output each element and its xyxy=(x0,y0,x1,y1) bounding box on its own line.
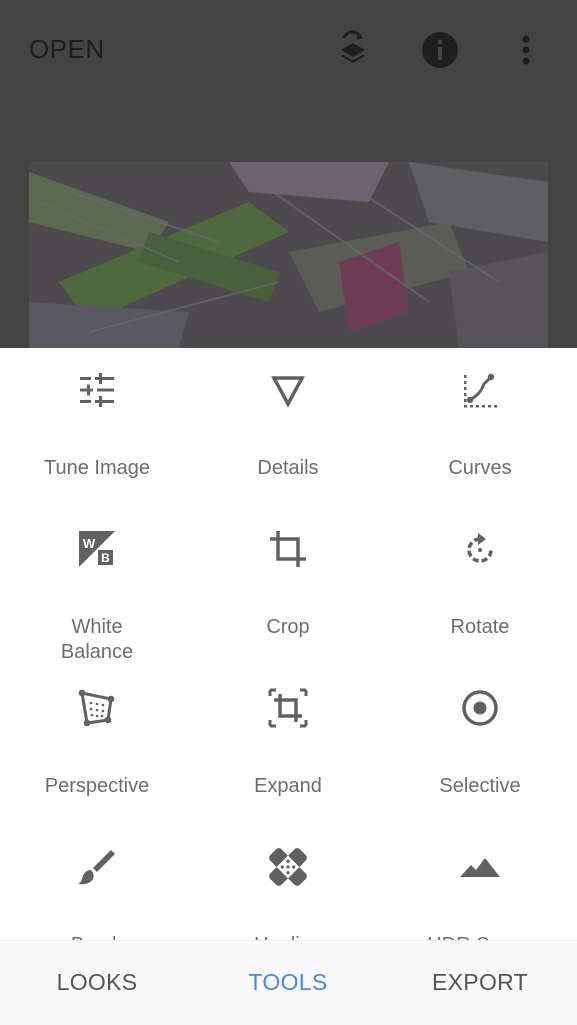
tab-tools[interactable]: TOOLS xyxy=(192,941,384,1025)
healing-icon xyxy=(268,847,308,887)
tool-rotate[interactable]: Rotate xyxy=(384,529,576,659)
tool-crop[interactable]: Crop xyxy=(192,529,384,659)
perspective-icon xyxy=(77,688,117,728)
rotate-icon xyxy=(460,529,500,569)
mountain-icon xyxy=(460,847,500,887)
tool-label: Details xyxy=(257,457,319,479)
expand-icon xyxy=(268,688,308,728)
svg-text:B: B xyxy=(101,551,110,565)
tool-label: Crop xyxy=(266,616,310,638)
white-balance-icon: W B xyxy=(77,529,117,569)
crop-icon xyxy=(268,529,308,569)
tab-looks[interactable]: LOOKS xyxy=(1,941,193,1025)
tool-perspective[interactable]: Perspective xyxy=(1,688,193,818)
tool-label: Perspective xyxy=(44,775,150,797)
tool-label: Rotate xyxy=(450,616,510,638)
details-triangle-icon xyxy=(268,370,308,410)
bottom-navigation: LOOKS TOOLS EXPORT xyxy=(0,940,577,1025)
curves-icon xyxy=(460,370,500,410)
tool-curves[interactable]: Curves xyxy=(384,370,576,500)
more-vert-icon[interactable] xyxy=(506,30,546,70)
svg-text:W: W xyxy=(83,536,96,551)
tool-label: Tune Image xyxy=(44,457,150,479)
tool-tune-image[interactable]: Tune Image xyxy=(1,370,193,500)
tool-white-balance[interactable]: W B White Balance xyxy=(1,529,193,663)
top-app-bar: OPEN xyxy=(0,0,577,100)
selective-icon xyxy=(460,688,500,728)
tool-label: Expand xyxy=(254,775,322,797)
info-icon[interactable] xyxy=(420,30,460,70)
tool-expand[interactable]: Expand xyxy=(192,688,384,818)
tool-details[interactable]: Details xyxy=(192,370,384,500)
tool-label: Selective xyxy=(439,775,521,797)
tab-export[interactable]: EXPORT xyxy=(384,941,576,1025)
open-button[interactable]: OPEN xyxy=(29,34,105,65)
layers-swap-icon[interactable] xyxy=(333,30,373,70)
tools-sheet: Tune Image Details Curves W B White Bala… xyxy=(0,348,577,956)
tool-label: White Balance xyxy=(60,616,134,663)
tool-selective[interactable]: Selective xyxy=(384,688,576,818)
brush-icon xyxy=(77,847,117,887)
tune-icon xyxy=(77,370,117,410)
tool-label: Curves xyxy=(448,457,512,479)
photo-preview[interactable] xyxy=(29,162,548,348)
